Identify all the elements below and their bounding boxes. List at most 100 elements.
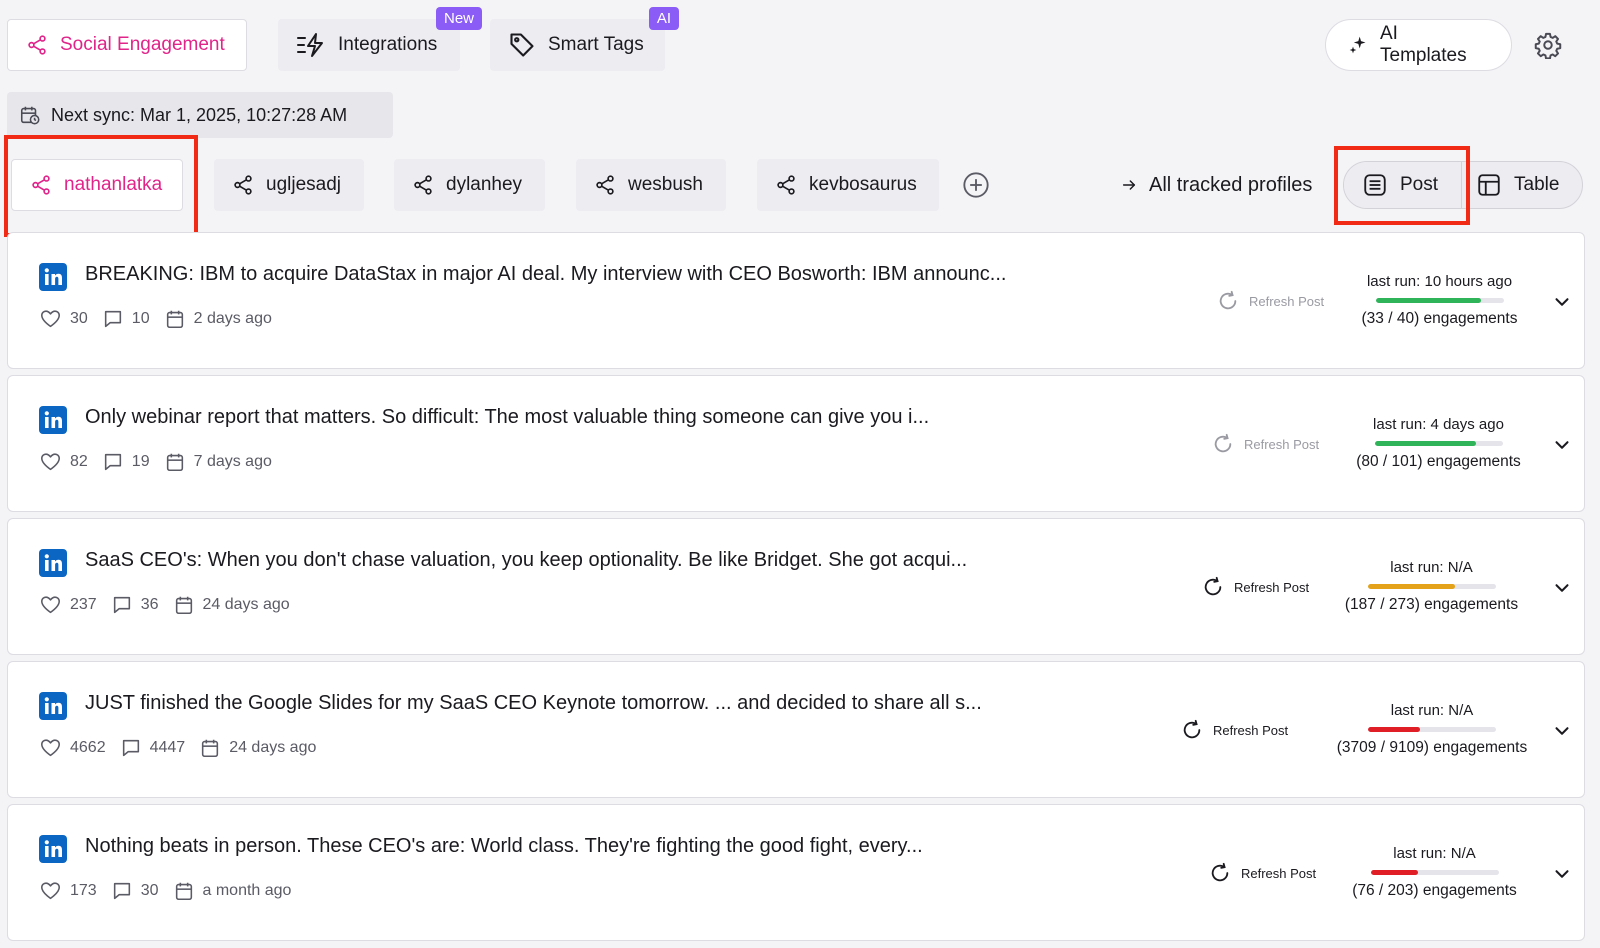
engagements-text: (33 / 40) engagements [1361, 310, 1518, 327]
linkedin-icon [39, 406, 67, 434]
profile-label: nathanlatka [64, 174, 163, 195]
post-meta: 173 30 a month ago [39, 880, 297, 902]
ai-badge: AI [648, 7, 679, 30]
post-meta: 237 36 24 days ago [39, 594, 296, 616]
profile-tab-dylanhey[interactable]: dylanhey [394, 159, 545, 211]
post-meta: 30 10 2 days ago [39, 308, 278, 330]
comments-count: 36 [140, 596, 159, 613]
last-run-text: last run: N/A [1390, 559, 1473, 576]
post-card[interactable]: Only webinar report that matters. So dif… [7, 375, 1585, 512]
chevron-down-icon[interactable] [1551, 720, 1573, 742]
gear-icon[interactable] [1534, 31, 1562, 59]
engagements-text: (187 / 273) engagements [1344, 596, 1519, 613]
table-icon [1476, 172, 1502, 198]
refresh-post-button[interactable]: Refresh Post [1202, 576, 1309, 598]
post-text[interactable]: SaaS CEO's: When you don't chase valuati… [85, 549, 967, 572]
linkedin-icon [39, 263, 67, 291]
post-date: 24 days ago [229, 739, 317, 756]
calendar-icon [164, 451, 186, 473]
view-post-button[interactable]: Post [1344, 162, 1462, 208]
refresh-post-button[interactable]: Refresh Post [1181, 719, 1288, 741]
all-tracked-profiles-link[interactable]: All tracked profiles [1121, 170, 1312, 200]
post-text[interactable]: Only webinar report that matters. So dif… [85, 406, 929, 429]
profile-tab-wesbush[interactable]: wesbush [576, 159, 726, 211]
post-date: 24 days ago [202, 596, 290, 613]
tab-social-engagement-label: Social Engagement [60, 34, 225, 55]
ai-templates-button[interactable]: AI Templates [1325, 19, 1512, 71]
refresh-post-button[interactable]: Refresh Post [1209, 862, 1316, 884]
last-run-text: last run: 4 days ago [1373, 416, 1504, 433]
refresh-post-label: Refresh Post [1213, 722, 1289, 738]
share-icon [412, 174, 434, 196]
post-meta: 4662 4447 24 days ago [39, 737, 322, 759]
profile-label: kevbosaurus [809, 174, 917, 195]
calendar-icon [173, 880, 195, 902]
view-table-button[interactable]: Table [1466, 162, 1582, 208]
engagement-progress-fill [1375, 298, 1482, 303]
profile-tab-nathanlatka[interactable]: nathanlatka [11, 159, 183, 211]
tab-smart-tags-label: Smart Tags [548, 34, 644, 55]
linkedin-icon [39, 692, 67, 720]
profile-tab-ugljesadj[interactable]: ugljesadj [214, 159, 364, 211]
post-text[interactable]: Nothing beats in person. These CEO's are… [85, 835, 923, 858]
share-icon [594, 174, 616, 196]
linkedin-icon [39, 835, 67, 863]
view-toggle: Post Table [1343, 161, 1583, 209]
share-icon [26, 34, 48, 56]
refresh-post-button[interactable]: Refresh Post [1212, 433, 1319, 455]
comments-count: 10 [131, 310, 150, 327]
engagement-progress-bar [1367, 584, 1496, 589]
engagement-progress-bar [1368, 727, 1496, 732]
chevron-down-icon[interactable] [1551, 577, 1573, 599]
last-run-text: last run: N/A [1390, 702, 1474, 719]
engagement-progress-fill [1367, 584, 1456, 589]
refresh-icon [1202, 576, 1224, 598]
tab-social-engagement[interactable]: Social Engagement [7, 19, 247, 71]
run-status: last run: N/A (187 / 273) engagements [1339, 559, 1524, 614]
arrow-right-icon [1121, 177, 1137, 193]
integrations-icon [296, 32, 326, 58]
post-card[interactable]: BREAKING: IBM to acquire DataStax in maj… [7, 232, 1585, 369]
ai-templates-label: AI Templates [1380, 23, 1467, 66]
share-icon [775, 174, 797, 196]
run-status: last run: 4 days ago (80 / 101) engageme… [1346, 416, 1531, 471]
last-run-text: last run: N/A [1393, 845, 1476, 862]
tab-smart-tags[interactable]: Smart Tags AI [490, 7, 679, 71]
add-profile-icon[interactable] [962, 171, 990, 199]
comment-icon [111, 594, 133, 616]
refresh-post-button[interactable]: Refresh Post [1217, 290, 1324, 312]
post-card[interactable]: JUST finished the Google Slides for my S… [7, 661, 1585, 798]
run-status: last run: N/A (76 / 203) engagements [1342, 845, 1527, 900]
comment-icon [102, 451, 124, 473]
comments-count: 19 [131, 453, 150, 470]
calendar-icon [199, 737, 221, 759]
chevron-down-icon[interactable] [1551, 863, 1573, 885]
heart-icon [39, 737, 62, 759]
new-badge: New [435, 7, 482, 30]
refresh-icon [1209, 862, 1231, 884]
engagement-progress-bar [1374, 441, 1503, 446]
likes-count: 30 [70, 310, 88, 327]
comment-icon [120, 737, 142, 759]
refresh-post-label: Refresh Post [1234, 579, 1310, 595]
likes-count: 82 [70, 453, 88, 470]
post-card[interactable]: Nothing beats in person. These CEO's are… [7, 804, 1585, 941]
post-date: a month ago [202, 882, 292, 899]
engagements-text: (76 / 203) engagements [1352, 882, 1517, 899]
tab-integrations-label: Integrations [338, 34, 438, 55]
profile-tab-kevbosaurus[interactable]: kevbosaurus [757, 159, 939, 211]
post-text[interactable]: BREAKING: IBM to acquire DataStax in maj… [85, 263, 1006, 286]
post-meta: 82 19 7 days ago [39, 451, 278, 473]
post-card[interactable]: SaaS CEO's: When you don't chase valuati… [7, 518, 1585, 655]
chevron-down-icon[interactable] [1551, 291, 1573, 313]
calendar-clock-icon [19, 104, 41, 126]
post-date: 2 days ago [193, 310, 272, 327]
chevron-down-icon[interactable] [1551, 434, 1573, 456]
post-text[interactable]: JUST finished the Google Slides for my S… [85, 692, 982, 715]
view-post-label: Post [1400, 174, 1439, 195]
tab-integrations[interactable]: Integrations New [278, 7, 482, 71]
heart-icon [39, 880, 62, 902]
engagement-progress-fill [1368, 727, 1421, 732]
profile-label: dylanhey [446, 174, 523, 195]
refresh-icon [1181, 719, 1203, 741]
